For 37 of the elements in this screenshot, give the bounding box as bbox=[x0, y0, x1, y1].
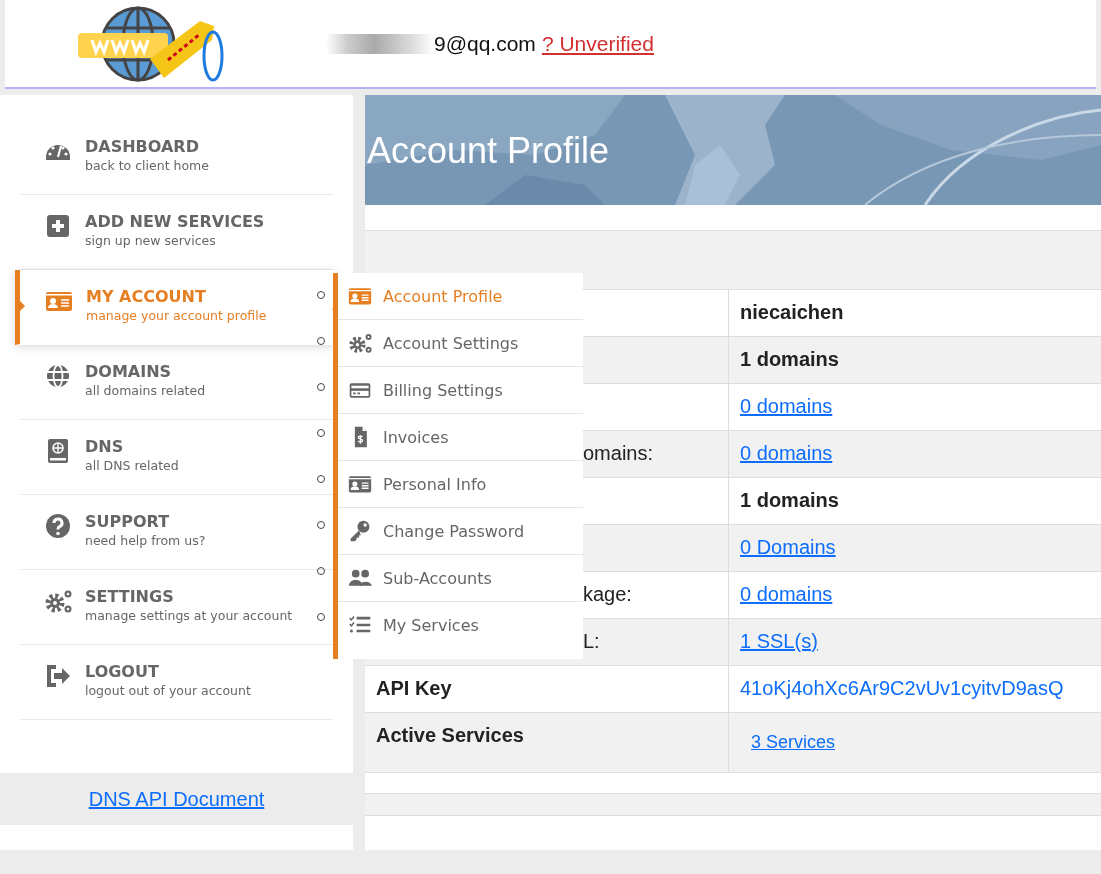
globe-icon bbox=[44, 362, 72, 390]
sidebar-item[interactable]: DOMAINS all domains related bbox=[20, 345, 333, 420]
value-link[interactable]: 1 SSL(s) bbox=[740, 630, 818, 652]
value-link[interactable]: 0 domains bbox=[740, 442, 833, 464]
field-value: 1 domains bbox=[740, 348, 839, 370]
page-title: Account Profile bbox=[367, 130, 610, 172]
sign-out-icon bbox=[44, 662, 72, 690]
submenu-item[interactable]: Personal Info bbox=[338, 461, 583, 508]
field-label: Active Services bbox=[376, 724, 524, 746]
field-value: 1 domains bbox=[740, 489, 839, 511]
key-icon bbox=[348, 519, 372, 543]
sidebar-item[interactable]: DASHBOARD back to client home bbox=[20, 120, 333, 195]
value-link[interactable]: 0 Domains bbox=[740, 536, 836, 558]
services-link[interactable]: 3 Services bbox=[751, 732, 836, 753]
email-text: 9@qq.com bbox=[434, 31, 536, 56]
api-key-value: 41oKj4ohXc6Ar9C2vUv1cyitvD9asQ bbox=[740, 677, 1064, 699]
submenu-item[interactable]: Invoices bbox=[338, 414, 583, 461]
field-value: niecaichen bbox=[740, 301, 844, 323]
sidebar-item[interactable]: DNS all DNS related bbox=[20, 420, 333, 495]
unverified-link[interactable]: ? Unverified bbox=[541, 31, 654, 56]
submenu-item[interactable]: Change Password bbox=[338, 508, 583, 555]
submenu-item[interactable]: Billing Settings bbox=[338, 367, 583, 414]
question-icon bbox=[44, 512, 72, 540]
sidebar-item[interactable]: SUPPORT need help from us? bbox=[20, 495, 333, 570]
submenu-item[interactable]: Sub-Accounts bbox=[338, 555, 583, 602]
field-label: omains: bbox=[583, 442, 654, 464]
field-label: kage: bbox=[583, 583, 632, 605]
field-label: L: bbox=[583, 630, 600, 652]
gears-icon bbox=[348, 331, 372, 355]
submenu-item[interactable]: My Services bbox=[338, 602, 583, 648]
api-document-link[interactable]: DNS API Document bbox=[88, 787, 265, 811]
field-label: API Key bbox=[376, 677, 452, 699]
submenu-item[interactable]: Account Settings bbox=[338, 320, 583, 367]
plus-icon bbox=[44, 212, 72, 240]
sidebar-item[interactable]: LOGOUT logout out of your account bbox=[20, 645, 333, 720]
value-link[interactable]: 0 domains bbox=[740, 583, 833, 605]
value-link[interactable]: 0 domains bbox=[740, 395, 833, 417]
